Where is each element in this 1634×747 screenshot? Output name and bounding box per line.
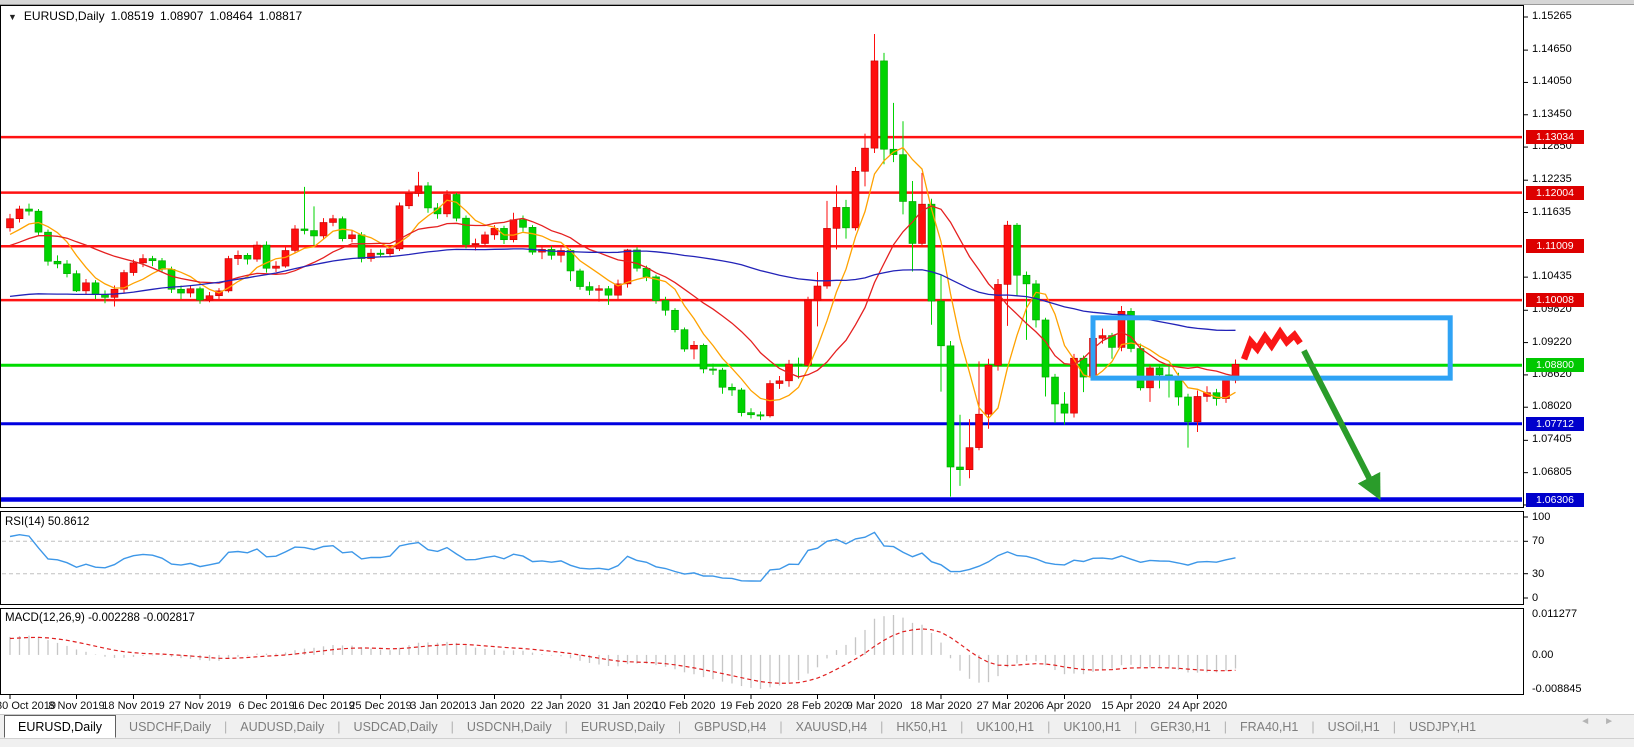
price-tick: 1.11635: [1532, 206, 1571, 218]
price-badge-1.10008: 1.10008: [1526, 293, 1584, 307]
status-strip: [0, 738, 1634, 747]
chart-tab-usdcad-daily[interactable]: USDCAD,Daily: [341, 715, 451, 738]
rsi-scale-tick: 30: [1532, 568, 1544, 580]
chart-tab-fra40-h1[interactable]: FRA40,H1: [1227, 715, 1311, 738]
date-label: 31 Jan 2020: [597, 700, 658, 712]
candles-layer: [7, 34, 1240, 497]
date-label: 13 Jan 2020: [464, 700, 525, 712]
macd-scale-max: 0.011277: [1532, 608, 1577, 620]
macd-scale-zero: 0.00: [1532, 649, 1553, 661]
date-label: 15 Apr 2020: [1101, 700, 1160, 712]
price-tick: 1.08020: [1532, 400, 1572, 412]
rsi-scale-tick: 100: [1532, 511, 1550, 523]
price-tick: 1.10435: [1532, 270, 1572, 282]
date-label: 18 Mar 2020: [910, 700, 972, 712]
tab-scroll-arrows: ◄►: [1580, 716, 1628, 727]
ohlc-close: 1.08817: [259, 9, 302, 23]
rsi-scale-tick: 70: [1532, 535, 1544, 547]
macd-signal-line: [10, 629, 1236, 683]
price-tick: 1.14050: [1532, 75, 1572, 87]
chart-tab-usdcnh-daily[interactable]: USDCNH,Daily: [454, 715, 565, 738]
chart-tab-xauusd-h4[interactable]: XAUUSD,H4: [783, 715, 881, 738]
price-tick: 1.09220: [1532, 336, 1572, 348]
price-badge-1.08800: 1.08800: [1526, 358, 1584, 372]
chart-tab-eurusd-daily[interactable]: EURUSD,Daily: [568, 715, 678, 738]
macd-indicator-label: MACD(12,26,9) -0.002288 -0.002817: [5, 612, 195, 624]
macd-layer: [10, 615, 1236, 689]
rsi-layer: [2, 532, 1521, 581]
date-label: 24 Apr 2020: [1168, 700, 1227, 712]
chart-tab-usdjpy-h1[interactable]: USDJPY,H1: [1396, 715, 1489, 738]
price-tick: 1.15265: [1532, 10, 1572, 22]
rsi-pane-border: [1, 512, 1524, 605]
date-label: 6 Dec 2019: [238, 700, 294, 712]
price-chart-canvas[interactable]: [0, 0, 1634, 747]
date-label: 27 Nov 2019: [169, 700, 231, 712]
zigzag-annotation[interactable]: [1244, 332, 1300, 359]
date-label: 6 Apr 2020: [1038, 700, 1091, 712]
price-badge-1.07712: 1.07712: [1526, 417, 1584, 431]
price-badge-1.13034: 1.13034: [1526, 130, 1584, 144]
date-label: 25 Dec 2019: [349, 700, 411, 712]
ohlc-open: 1.08519: [111, 9, 154, 23]
date-label: 18 Nov 2019: [102, 700, 164, 712]
chart-tab-gbpusd-h4[interactable]: GBPUSD,H4: [681, 715, 779, 738]
chart-tabbar: EURUSD,DailyUSDCHF,Daily|AUDUSD,Daily|US…: [0, 714, 1634, 738]
chart-tab-eurusd-daily[interactable]: EURUSD,Daily: [4, 715, 116, 738]
down-arrow-annotation[interactable]: [1304, 351, 1377, 494]
collapse-icon[interactable]: ▼: [8, 12, 17, 22]
chart-tab-hk50-h1[interactable]: HK50,H1: [883, 715, 960, 738]
chart-tab-uk100-h1[interactable]: UK100,H1: [963, 715, 1047, 738]
price-tick: 1.14650: [1532, 43, 1572, 55]
price-badge-1.06306: 1.06306: [1526, 493, 1584, 507]
price-tick: 1.07405: [1532, 433, 1572, 445]
tab-scroll-left-icon[interactable]: ◄: [1580, 716, 1604, 727]
tab-scroll-right-icon[interactable]: ►: [1604, 716, 1628, 727]
price-tick: 1.12235: [1532, 173, 1572, 185]
chart-title: ▼ EURUSD,Daily 1.08519 1.08907 1.08464 1.0881…: [8, 9, 308, 23]
ohlc-low: 1.08464: [209, 9, 252, 23]
date-label: 27 Mar 2020: [977, 700, 1039, 712]
chart-symbol-period: EURUSD,Daily: [24, 9, 105, 23]
chart-tab-audusd-daily[interactable]: AUDUSD,Daily: [227, 715, 337, 738]
rsi-scale-tick: 0: [1532, 592, 1538, 604]
date-label: 22 Jan 2020: [531, 700, 592, 712]
date-label: 3 Jan 2020: [410, 700, 464, 712]
ohlc-high: 1.08907: [160, 9, 203, 23]
date-label: 16 Dec 2019: [292, 700, 354, 712]
rsi-indicator-label: RSI(14) 50.8612: [5, 516, 89, 528]
chart-tab-ger30-h1[interactable]: GER30,H1: [1137, 715, 1223, 738]
date-label: 28 Feb 2020: [787, 700, 849, 712]
price-badge-1.12004: 1.12004: [1526, 186, 1584, 200]
date-label: 19 Feb 2020: [720, 700, 782, 712]
price-tick: 1.06805: [1532, 466, 1572, 478]
date-label: 8 Nov 2019: [48, 700, 104, 712]
trading-chart-window: ▼ EURUSD,Daily 1.08519 1.08907 1.08464 1.0881…: [0, 0, 1634, 747]
date-label: 9 Mar 2020: [847, 700, 903, 712]
main-chart-layer: [0, 34, 1523, 500]
chart-tab-uk100-h1[interactable]: UK100,H1: [1050, 715, 1134, 738]
macd-scale-min: -0.008845: [1532, 683, 1582, 695]
price-tick: 1.13450: [1532, 108, 1572, 120]
date-label: 10 Feb 2020: [654, 700, 716, 712]
price-badge-1.11009: 1.11009: [1526, 239, 1584, 253]
chart-tab-usoil-h1[interactable]: USOil,H1: [1315, 715, 1393, 738]
chart-tab-usdchf-daily[interactable]: USDCHF,Daily: [116, 715, 224, 738]
